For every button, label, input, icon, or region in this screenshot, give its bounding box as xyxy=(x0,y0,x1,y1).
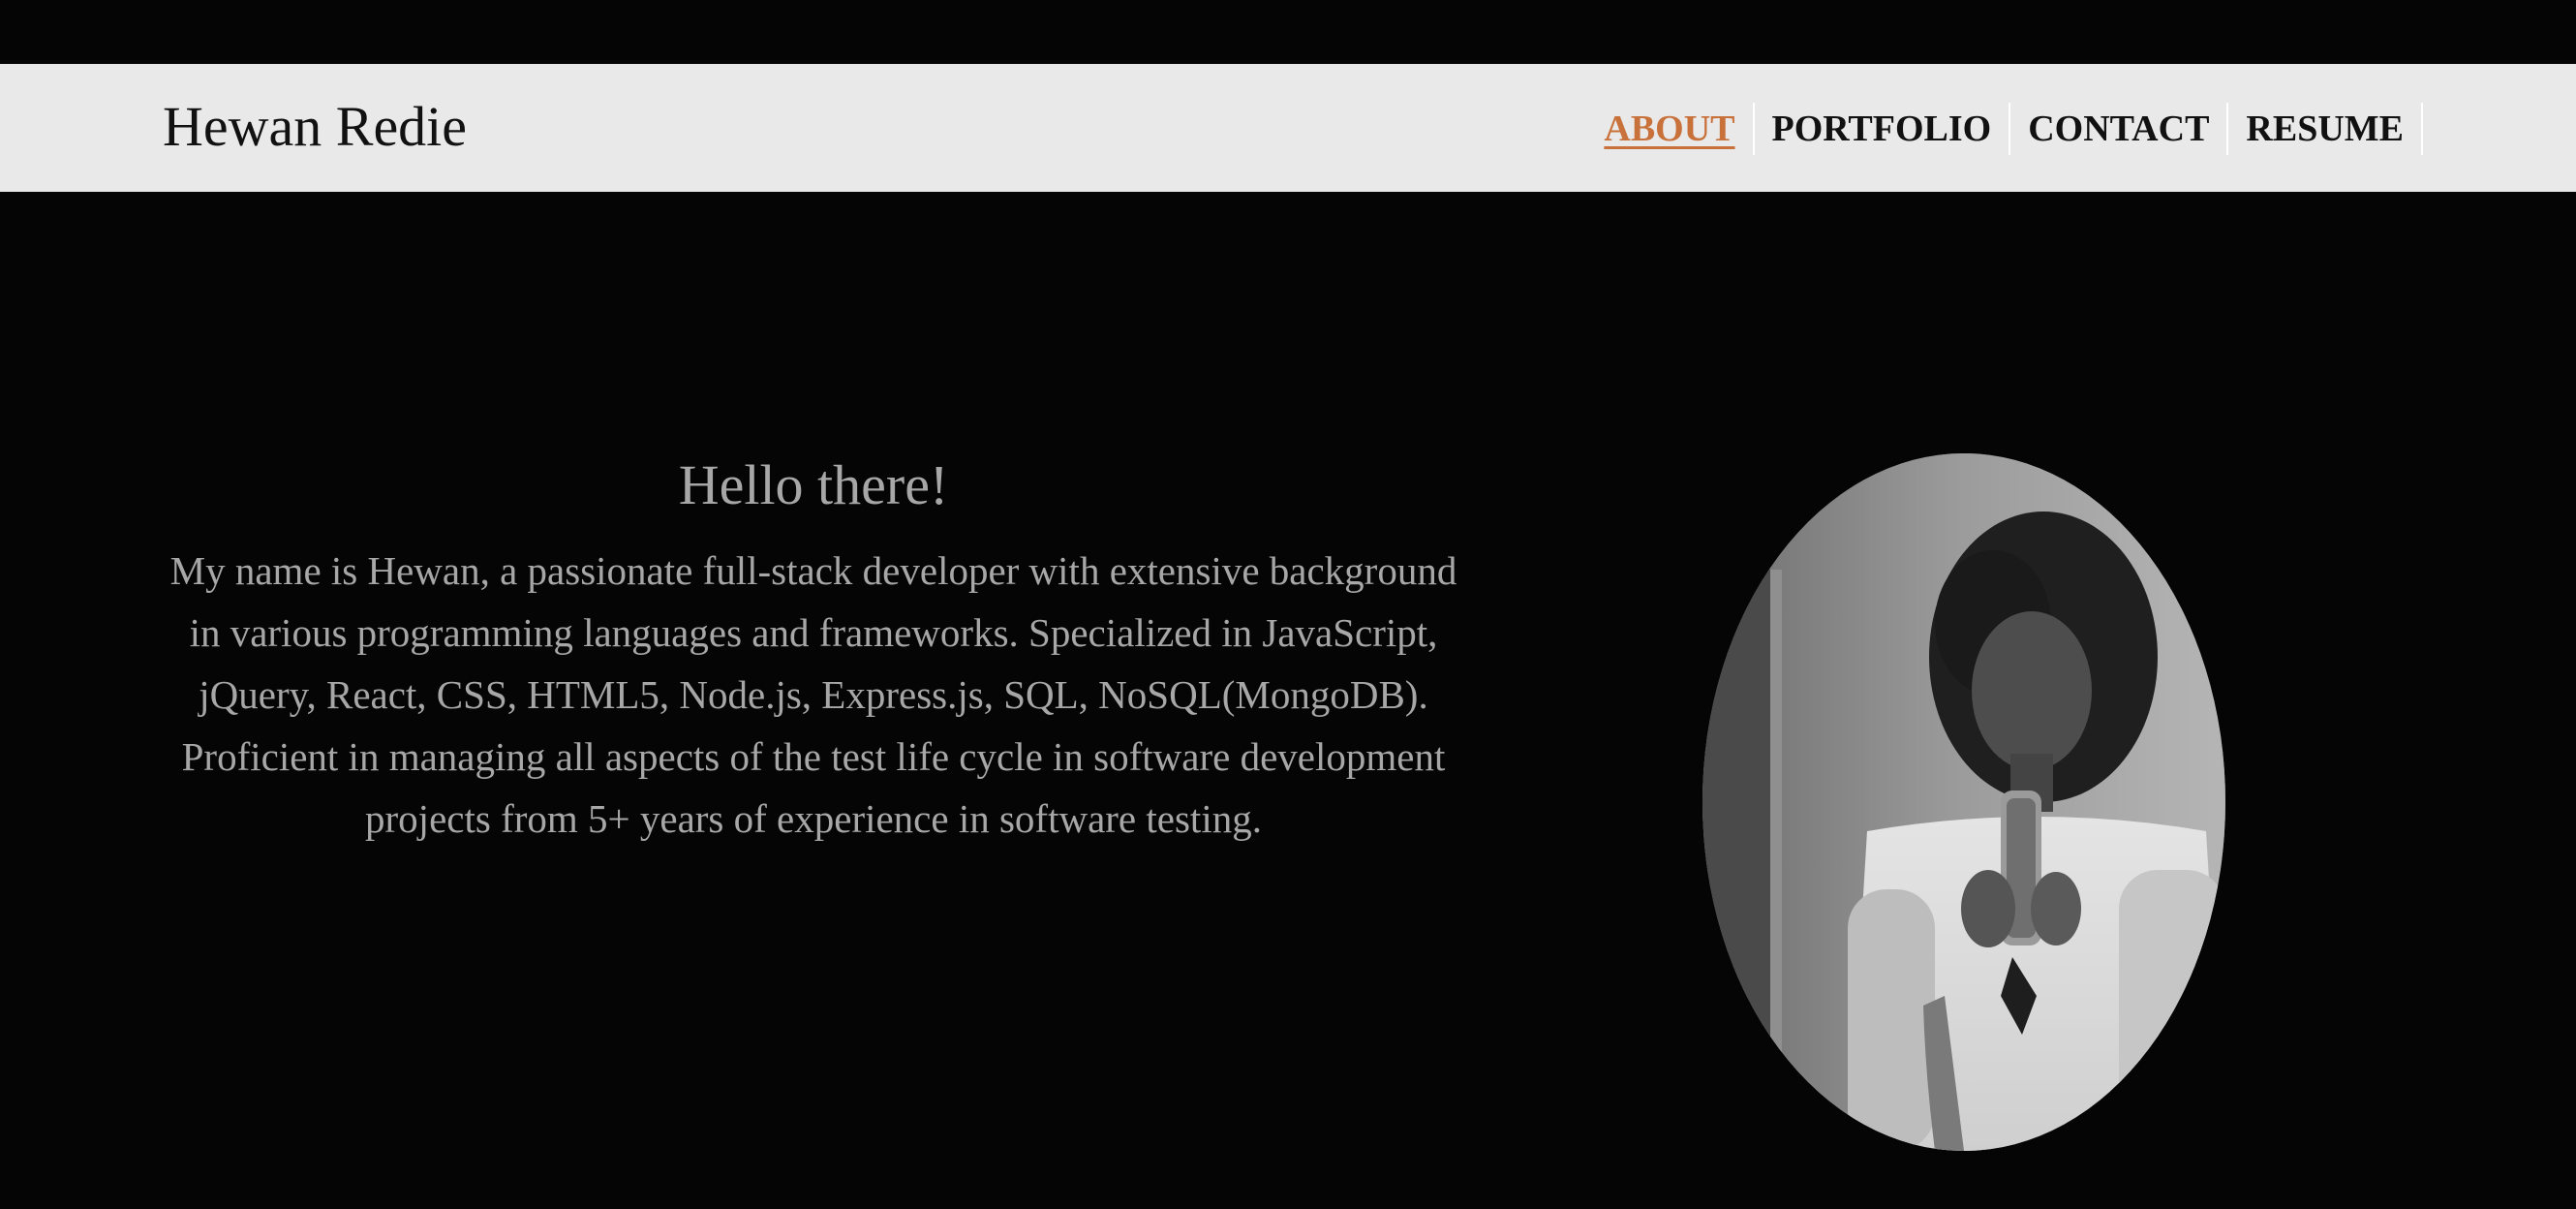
nav-menu: ABOUT PORTFOLIO CONTACT RESUME xyxy=(1586,103,2423,155)
nav-link-about[interactable]: ABOUT xyxy=(1586,103,1755,155)
profile-photo-image xyxy=(1702,453,2225,1151)
nav-link-portfolio[interactable]: PORTFOLIO xyxy=(1755,103,2011,155)
about-section: Hello there! My name is Hewan, a passion… xyxy=(165,450,1462,850)
nav-link-resume[interactable]: RESUME xyxy=(2228,103,2423,155)
brand-name[interactable]: Hewan Redie xyxy=(163,93,467,161)
navbar: Hewan Redie ABOUT PORTFOLIO CONTACT RESU… xyxy=(0,64,2576,192)
about-description: My name is Hewan, a passionate full-stac… xyxy=(169,548,1457,841)
profile-photo xyxy=(1702,453,2225,1151)
page: Hewan Redie ABOUT PORTFOLIO CONTACT RESU… xyxy=(0,0,2576,1209)
about-heading: Hello there! xyxy=(678,453,949,516)
nav-link-contact[interactable]: CONTACT xyxy=(2010,103,2229,155)
